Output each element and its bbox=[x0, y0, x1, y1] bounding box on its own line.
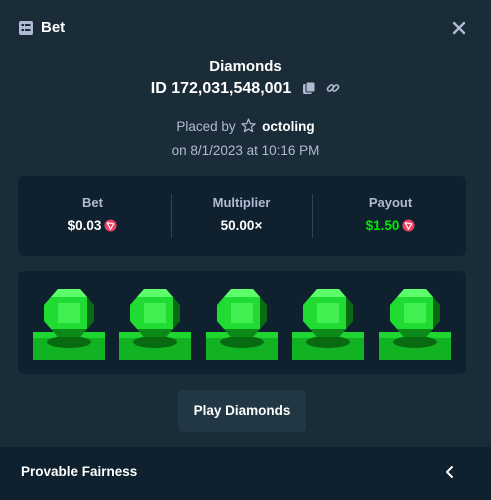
copy-icon[interactable] bbox=[302, 81, 316, 95]
gem-tile bbox=[32, 285, 106, 363]
play-diamonds-button[interactable]: Play Diamonds bbox=[178, 390, 306, 432]
provable-fairness-section[interactable]: Provable Fairness bbox=[0, 447, 491, 500]
payout-label: Payout bbox=[368, 195, 413, 210]
gem-tile bbox=[378, 285, 452, 363]
provable-fairness-label: Provable Fairness bbox=[21, 464, 138, 479]
stat-payout: Payout $1.50 bbox=[316, 176, 465, 256]
placed-by-row: Placed by octoling bbox=[0, 118, 491, 134]
diamonds-board bbox=[18, 271, 466, 374]
chevron-left-icon[interactable] bbox=[443, 465, 457, 479]
green-gem-icon bbox=[33, 289, 105, 360]
game-name: Diamonds bbox=[209, 58, 282, 75]
receipt-icon bbox=[19, 21, 33, 35]
bet-date: on 8/1/2023 at 10:16 PM bbox=[171, 143, 320, 158]
star-icon bbox=[241, 118, 257, 133]
username-link[interactable]: octoling bbox=[262, 119, 315, 134]
link-icon[interactable] bbox=[326, 81, 340, 95]
multiplier-value: 50.00× bbox=[220, 218, 263, 233]
multiplier-label: Multiplier bbox=[212, 195, 271, 210]
bet-modal: Bet Diamonds ID 172,031,548,001 Placed b… bbox=[0, 0, 491, 500]
modal-header: Bet bbox=[0, 0, 491, 56]
gem-tile bbox=[291, 285, 365, 363]
stat-divider bbox=[312, 194, 313, 238]
bet-amount: $0.03 bbox=[18, 218, 167, 233]
green-gem-icon bbox=[119, 289, 191, 360]
modal-title: Bet bbox=[41, 19, 66, 36]
close-icon[interactable] bbox=[450, 19, 468, 37]
gem-tile bbox=[118, 285, 192, 363]
placed-by-label: Placed by bbox=[176, 119, 236, 134]
tron-coin-icon bbox=[104, 219, 117, 232]
green-gem-icon bbox=[292, 289, 364, 360]
bet-id-row: ID 172,031,548,001 bbox=[0, 80, 491, 98]
payout-amount: $1.50 bbox=[316, 218, 465, 233]
bet-id: ID 172,031,548,001 bbox=[150, 80, 292, 97]
stat-multiplier: Multiplier 50.00× bbox=[167, 176, 316, 256]
bet-stats-panel: Bet $0.03 Multiplier 50.00× Payout $1.50 bbox=[18, 176, 466, 256]
gem-tile bbox=[205, 285, 279, 363]
bet-label: Bet bbox=[82, 195, 103, 210]
tron-coin-icon bbox=[402, 219, 415, 232]
green-gem-icon bbox=[206, 289, 278, 360]
stat-bet: Bet $0.03 bbox=[18, 176, 167, 256]
green-gem-icon bbox=[379, 289, 451, 360]
